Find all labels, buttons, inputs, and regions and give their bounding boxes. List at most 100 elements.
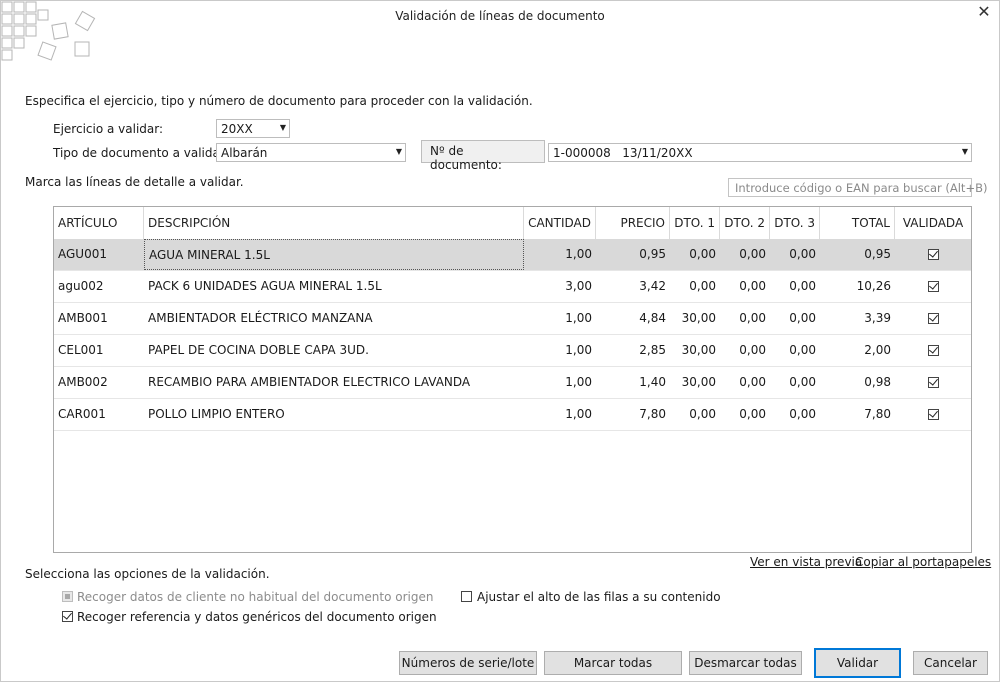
cell-precio: 3,42	[639, 279, 666, 293]
cell-descripcion: AMBIENTADOR ELÉCTRICO MANZANA	[148, 311, 373, 325]
ejercicio-label: Ejercicio a validar:	[53, 122, 164, 136]
validada-checkbox[interactable]	[928, 280, 939, 292]
cell-descripcion: POLLO LIMPIO ENTERO	[148, 407, 285, 421]
cell-dto1: 0,00	[689, 247, 716, 261]
table-row[interactable]: CEL001 PAPEL DE COCINA DOBLE CAPA 3UD. 1…	[54, 335, 971, 367]
cell-articulo: AGU001	[58, 247, 107, 261]
dialog-title: Validación de líneas de documento	[395, 9, 605, 23]
check-icon	[63, 610, 72, 620]
table-row[interactable]: AGU001 AGUA MINERAL 1.5L 1,00 0,95 0,00 …	[54, 239, 971, 271]
intro-text: Especifica el ejercicio, tipo y número d…	[25, 94, 533, 108]
recoger-cliente-checkbox[interactable]	[62, 591, 73, 602]
cell-total: 0,95	[864, 247, 891, 261]
check-icon	[929, 280, 938, 290]
cell-articulo: agu002	[58, 279, 104, 293]
cell-cantidad: 1,00	[565, 407, 592, 421]
cell-dto3: 0,00	[789, 311, 816, 325]
cell-dto1: 30,00	[681, 375, 716, 389]
cell-dto3: 0,00	[789, 247, 816, 261]
table-row[interactable]: AMB002 RECAMBIO PARA AMBIENTADOR ELECTRI…	[54, 367, 971, 399]
cell-descripcion: PAPEL DE COCINA DOBLE CAPA 3UD.	[148, 343, 369, 357]
ejercicio-select[interactable]: 20XX ▼	[216, 119, 290, 138]
cell-total: 3,39	[864, 311, 891, 325]
validada-checkbox[interactable]	[928, 248, 939, 260]
tipo-select[interactable]: Albarán ▼	[216, 143, 406, 162]
table-row[interactable]: CAR001 POLLO LIMPIO ENTERO 1,00 7,80 0,0…	[54, 399, 971, 431]
tipo-value: Albarán	[221, 146, 268, 160]
cell-dto1: 30,00	[681, 311, 716, 325]
check-icon	[929, 408, 938, 418]
table-row[interactable]: AMB001 AMBIENTADOR ELÉCTRICO MANZANA 1,0…	[54, 303, 971, 335]
cell-dto2: 0,00	[739, 375, 766, 389]
table-row[interactable]: agu002 PACK 6 UNIDADES AGUA MINERAL 1.5L…	[54, 271, 971, 303]
col-total[interactable]: TOTAL	[820, 207, 895, 239]
recoger-referencia-label: Recoger referencia y datos genéricos del…	[77, 610, 437, 624]
cell-precio: 0,95	[639, 247, 666, 261]
indeterminate-icon	[65, 594, 70, 599]
col-dto2[interactable]: DTO. 2	[720, 207, 770, 239]
numero-value: 1-000008 13/11/20XX	[553, 146, 693, 160]
col-dto1[interactable]: DTO. 1	[670, 207, 720, 239]
check-icon	[929, 248, 938, 258]
cell-total: 7,80	[864, 407, 891, 421]
unmark-all-button[interactable]: Desmarcar todas	[689, 651, 802, 675]
col-validada[interactable]: VALIDADA	[895, 207, 971, 239]
chevron-down-icon: ▼	[395, 147, 402, 156]
cell-precio: 1,40	[639, 375, 666, 389]
cell-precio: 7,80	[639, 407, 666, 421]
validada-checkbox[interactable]	[928, 312, 939, 324]
table-header: ARTÍCULO DESCRIPCIÓN CANTIDAD PRECIO DTO…	[54, 207, 971, 240]
clipboard-link[interactable]: Copiar al portapapeles	[855, 555, 991, 569]
check-icon	[929, 312, 938, 322]
search-input[interactable]: Introduce código o EAN para buscar (Alt+…	[728, 178, 987, 197]
cell-cantidad: 1,00	[565, 247, 592, 261]
col-dto3[interactable]: DTO. 3	[770, 207, 820, 239]
cell-descripcion: RECAMBIO PARA AMBIENTADOR ELECTRICO LAVA…	[148, 375, 471, 389]
cell-cantidad: 1,00	[565, 343, 592, 357]
cell-articulo: AMB001	[58, 311, 108, 325]
cell-cantidad: 3,00	[565, 279, 592, 293]
lines-table: ARTÍCULO DESCRIPCIÓN CANTIDAD PRECIO DTO…	[53, 206, 972, 553]
col-cantidad[interactable]: CANTIDAD	[524, 207, 596, 239]
cell-precio: 4,84	[639, 311, 666, 325]
mark-all-button[interactable]: Marcar todas	[544, 651, 682, 675]
cell-dto2: 0,00	[739, 247, 766, 261]
validate-button[interactable]: Validar	[814, 648, 901, 678]
series-button[interactable]: Números de serie/lote	[399, 651, 537, 675]
ejercicio-value: 20XX	[221, 122, 253, 136]
recoger-referencia-checkbox[interactable]	[62, 610, 73, 622]
cell-dto1: 0,00	[689, 279, 716, 293]
close-icon[interactable]: ✕	[976, 4, 992, 20]
numero-label: Nº de documento:	[421, 140, 545, 172]
cell-dto1: 0,00	[689, 407, 716, 421]
preview-link[interactable]: Ver en vista previa	[750, 555, 862, 569]
cell-dto1: 30,00	[681, 343, 716, 357]
cell-total: 2,00	[864, 343, 891, 357]
cell-cantidad: 1,00	[565, 311, 592, 325]
cell-total: 10,26	[856, 279, 891, 293]
cell-dto2: 0,00	[739, 343, 766, 357]
ajustar-alto-label: Ajustar el alto de las filas a su conten…	[477, 590, 721, 604]
validate-button-label: Validar	[836, 656, 879, 670]
cell-descripcion: PACK 6 UNIDADES AGUA MINERAL 1.5L	[148, 279, 382, 293]
cell-total: 0,98	[864, 375, 891, 389]
check-icon	[929, 376, 938, 386]
cell-dto3: 0,00	[789, 343, 816, 357]
ajustar-alto-checkbox[interactable]	[461, 591, 472, 602]
tipo-label: Tipo de documento a validar:	[53, 146, 229, 160]
validada-checkbox[interactable]	[928, 344, 939, 356]
validada-checkbox[interactable]	[928, 408, 939, 420]
check-icon	[929, 344, 938, 354]
cell-cantidad: 1,00	[565, 375, 592, 389]
cell-articulo: CEL001	[58, 343, 104, 357]
numero-select[interactable]: 1-000008 13/11/20XX ▼	[548, 143, 972, 162]
cell-dto3: 0,00	[789, 279, 816, 293]
cell-dto2: 0,00	[739, 407, 766, 421]
cancel-button[interactable]: Cancelar	[913, 651, 988, 675]
validada-checkbox[interactable]	[928, 376, 939, 388]
col-articulo[interactable]: ARTÍCULO	[54, 207, 144, 239]
cell-dto2: 0,00	[739, 279, 766, 293]
cell-dto3: 0,00	[789, 375, 816, 389]
col-precio[interactable]: PRECIO	[596, 207, 670, 239]
col-descripcion[interactable]: DESCRIPCIÓN	[144, 207, 524, 239]
